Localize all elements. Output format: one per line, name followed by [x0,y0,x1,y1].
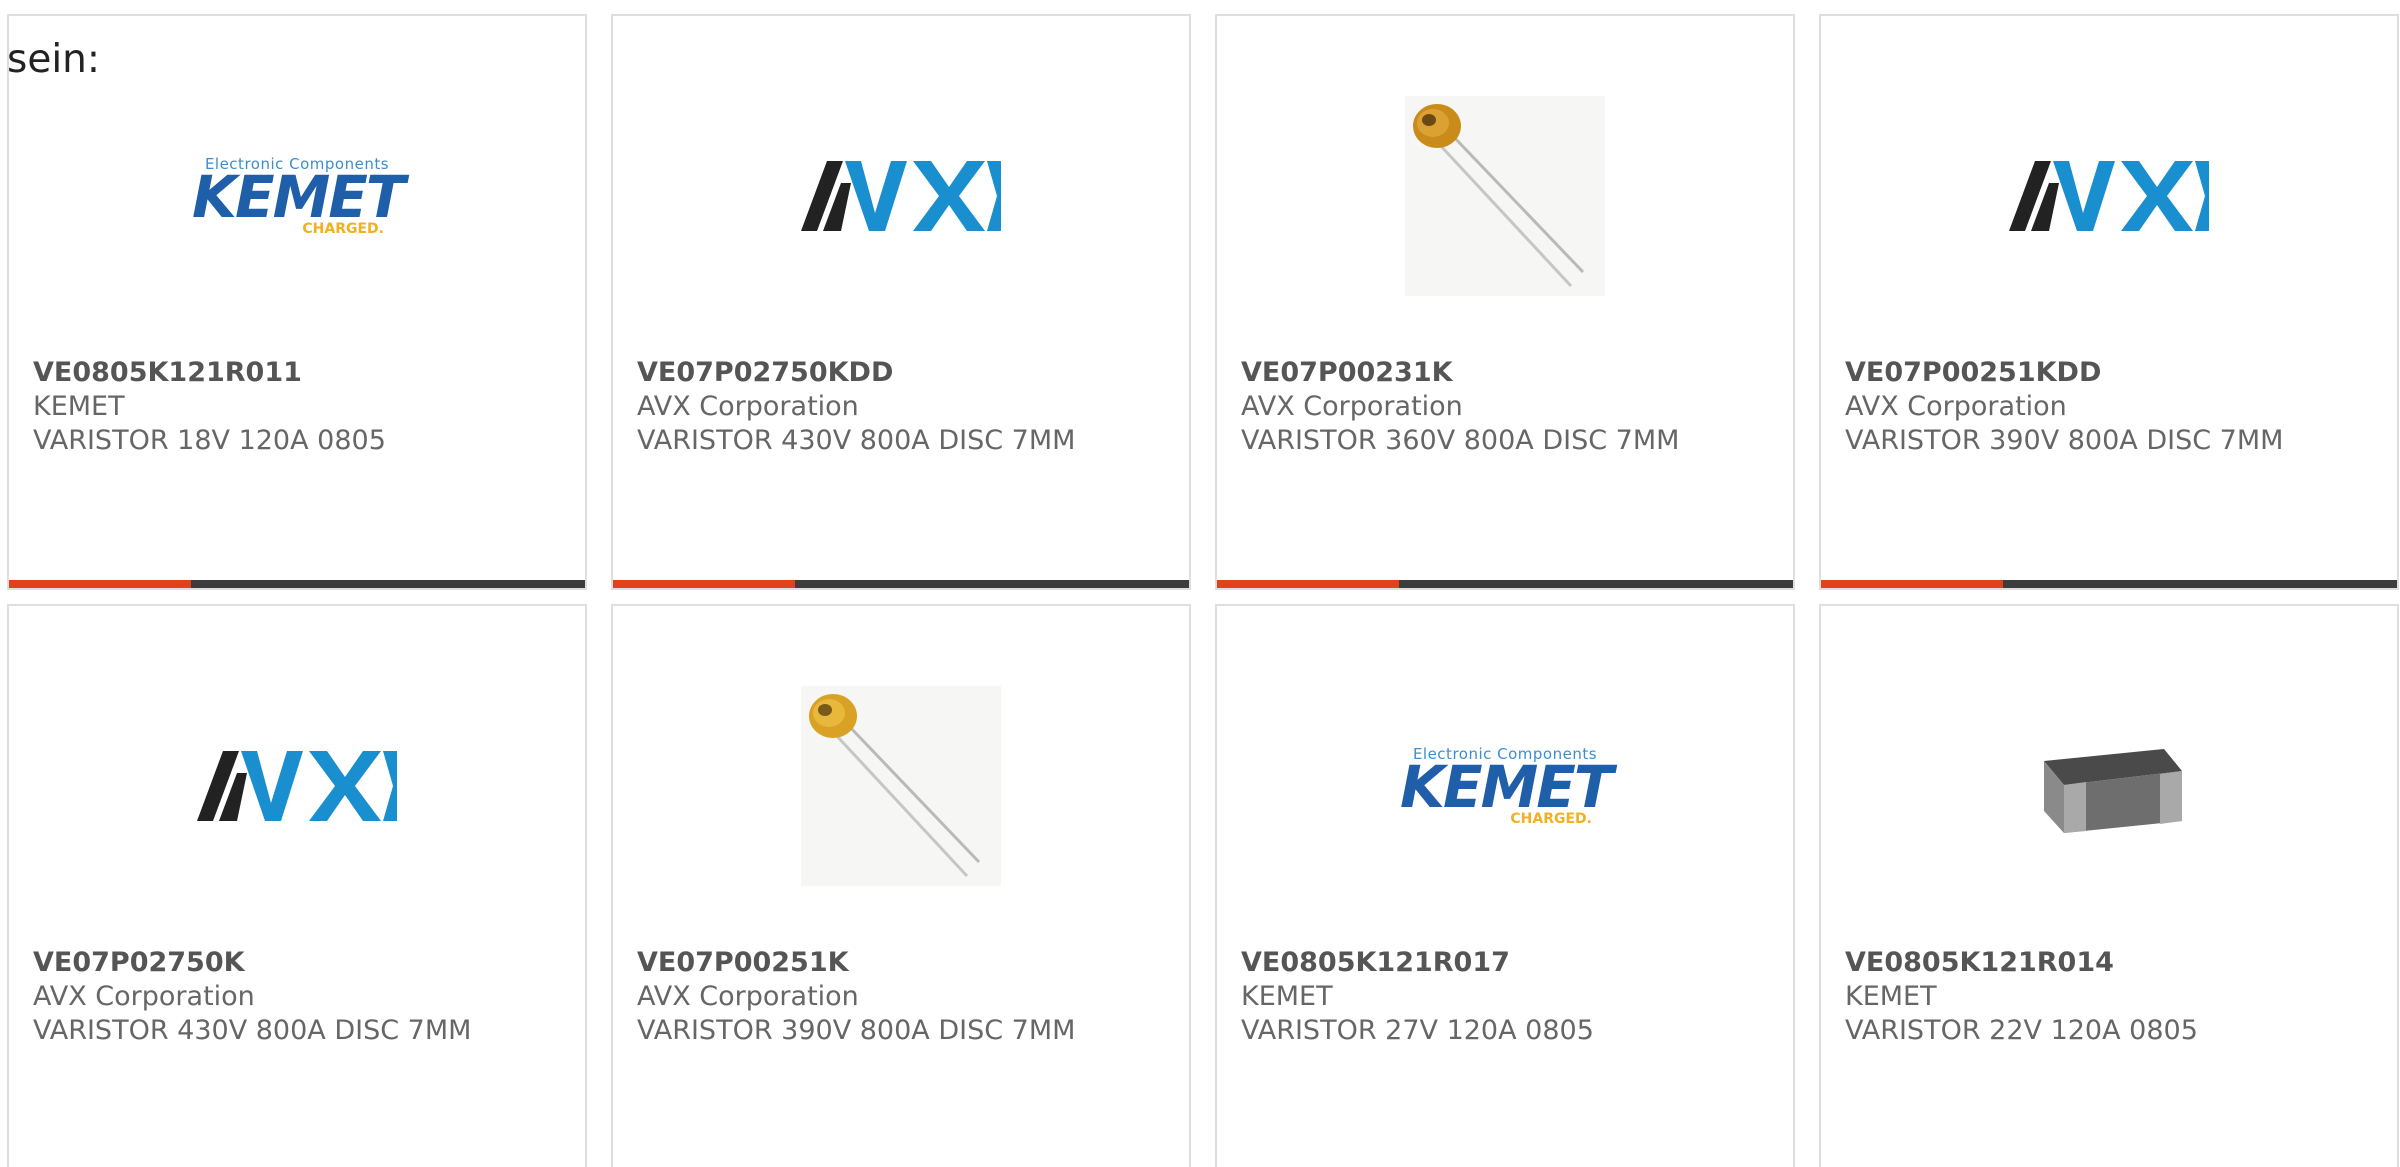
product-image[interactable] [9,646,585,926]
card-footer-accent [613,580,795,588]
manufacturer: AVX Corporation [1845,391,2067,422]
product-grid: Electronic Components KEMET CHARGED. VE0… [7,14,2399,1167]
card-footer-accent [1217,580,1399,588]
description: VARISTOR 22V 120A 0805 [1845,1015,2198,1046]
card-footer-accent [1821,580,2003,588]
card-footer-bar [1217,580,1793,588]
part-number-link[interactable]: VE0805K121R014 [1845,946,2387,980]
product-info: VE07P00251K AVX Corporation VARISTOR 390… [637,946,1179,1048]
card-footer-bar [613,580,1189,588]
manufacturer: AVX Corporation [33,981,255,1012]
product-info: VE0805K121R011 KEMET VARISTOR 18V 120A 0… [33,356,575,458]
manufacturer: AVX Corporation [637,981,859,1012]
product-card[interactable]: VE07P00251K AVX Corporation VARISTOR 390… [611,604,1191,1167]
description: VARISTOR 18V 120A 0805 [33,425,386,456]
description: VARISTOR 390V 800A DISC 7MM [637,1015,1076,1046]
disc-varistor-photo [801,686,1001,886]
avx-logo [197,751,397,821]
kemet-logo-wordmark: KEMET [192,163,405,231]
manufacturer: AVX Corporation [637,391,859,422]
part-number-link[interactable]: VE0805K121R011 [33,356,575,390]
product-grid-page: sein: Electronic Components KEMET CHARGE… [0,0,2400,1167]
product-info: VE07P00251KDD AVX Corporation VARISTOR 3… [1845,356,2387,458]
product-image[interactable] [613,56,1189,336]
product-image[interactable]: Electronic Components KEMET CHARGED. [1217,646,1793,926]
manufacturer: KEMET [33,391,125,422]
description: VARISTOR 430V 800A DISC 7MM [33,1015,472,1046]
product-image[interactable] [1821,56,2397,336]
manufacturer: KEMET [1241,981,1333,1012]
product-card[interactable]: VE0805K121R014 KEMET VARISTOR 22V 120A 0… [1819,604,2399,1167]
product-image[interactable]: Electronic Components KEMET CHARGED. [9,56,585,336]
manufacturer: AVX Corporation [1241,391,1463,422]
product-image[interactable] [1217,56,1793,336]
product-info: VE0805K121R014 KEMET VARISTOR 22V 120A 0… [1845,946,2387,1048]
product-info: VE07P02750KDD AVX Corporation VARISTOR 4… [637,356,1179,458]
product-card[interactable]: Electronic Components KEMET CHARGED. VE0… [1215,604,1795,1167]
product-info: VE07P00231K AVX Corporation VARISTOR 360… [1241,356,1783,458]
product-card[interactable]: VE07P00231K AVX Corporation VARISTOR 360… [1215,14,1795,590]
card-footer-bar [1821,580,2397,588]
product-card[interactable]: VE07P02750K AVX Corporation VARISTOR 430… [7,604,587,1167]
kemet-logo-wordmark: KEMET [1400,753,1613,821]
part-number-link[interactable]: VE07P02750K [33,946,575,980]
description: VARISTOR 430V 800A DISC 7MM [637,425,1076,456]
description: VARISTOR 360V 800A DISC 7MM [1241,425,1680,456]
avx-logo [801,161,1001,231]
part-number-link[interactable]: VE07P00251KDD [1845,356,2387,390]
product-card[interactable]: VE07P00251KDD AVX Corporation VARISTOR 3… [1819,14,2399,590]
description: VARISTOR 27V 120A 0805 [1241,1015,1594,1046]
kemet-logo: Electronic Components KEMET CHARGED. [192,155,405,237]
part-number-link[interactable]: VE07P00251K [637,946,1179,980]
product-card[interactable]: Electronic Components KEMET CHARGED. VE0… [7,14,587,590]
part-number-link[interactable]: VE0805K121R017 [1241,946,1783,980]
product-info: VE07P02750K AVX Corporation VARISTOR 430… [33,946,575,1048]
card-footer-accent [9,580,191,588]
part-number-link[interactable]: VE07P02750KDD [637,356,1179,390]
kemet-logo: Electronic Components KEMET CHARGED. [1400,745,1613,827]
smd-chip-photo [2044,749,2182,833]
intro-text: sein: [7,37,101,82]
disc-varistor-photo [1405,96,1605,296]
manufacturer: KEMET [1845,981,1937,1012]
product-card[interactable]: VE07P02750KDD AVX Corporation VARISTOR 4… [611,14,1191,590]
product-image[interactable] [613,646,1189,926]
product-image[interactable] [1821,646,2397,926]
avx-logo [2009,161,2209,231]
card-footer-bar [9,580,585,588]
part-number-link[interactable]: VE07P00231K [1241,356,1783,390]
product-info: VE0805K121R017 KEMET VARISTOR 27V 120A 0… [1241,946,1783,1048]
description: VARISTOR 390V 800A DISC 7MM [1845,425,2284,456]
